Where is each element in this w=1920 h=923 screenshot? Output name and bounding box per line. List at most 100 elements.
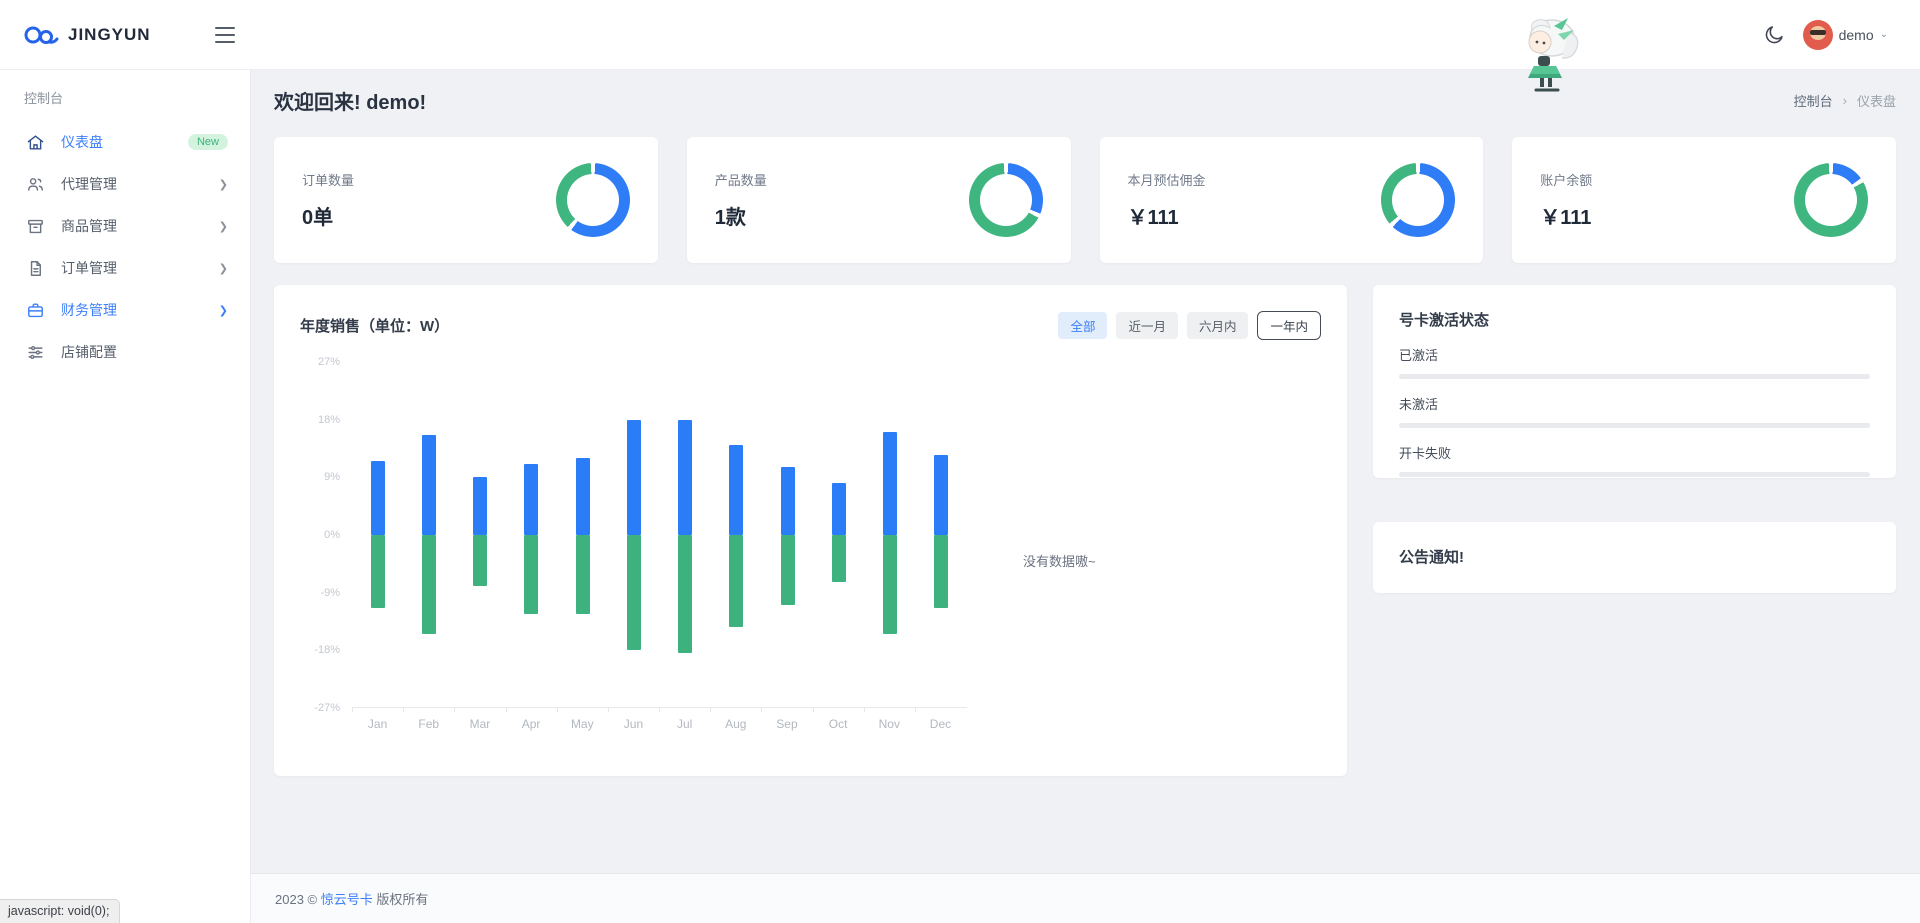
bar-positive <box>883 432 897 534</box>
chevron-down-icon: ⌄ <box>1880 29 1888 40</box>
card-activation-status: 号卡激活状态 已激活未激活开卡失败 <box>1373 285 1896 478</box>
bar-positive <box>627 420 641 535</box>
sidebar-item-file[interactable]: 订单管理❯ <box>0 247 250 289</box>
card-notice: 公告通知! <box>1373 522 1896 593</box>
bar-column <box>916 362 967 707</box>
bar-column <box>506 362 557 707</box>
user-menu[interactable]: demo ⌄ <box>1803 20 1888 50</box>
x-axis: JanFebMarAprMayJunJulAugSepOctNovDec <box>352 717 967 731</box>
stat-value: ￥111 <box>1540 201 1592 230</box>
chart-filters: 全部近一月六月内一年内 <box>1049 311 1321 340</box>
bar-column <box>813 362 864 707</box>
x-axis-label: Oct <box>813 717 864 731</box>
bar-column <box>762 362 813 707</box>
sliders-icon <box>26 343 46 362</box>
stat-card: 账户余额 ￥111 <box>1512 137 1896 263</box>
x-axis-label: Jun <box>608 717 659 731</box>
no-data-text: 没有数据嗷~ <box>1023 551 1096 570</box>
bar-negative <box>781 535 795 605</box>
progress-bar <box>1399 374 1870 379</box>
chart-filter-button[interactable]: 六月内 <box>1187 312 1249 339</box>
y-axis-tick: 27% <box>318 356 340 368</box>
sidebar-item-sliders[interactable]: 店铺配置 <box>0 331 250 373</box>
brand-logo[interactable]: JINGYUN <box>0 23 251 47</box>
progress-bar <box>1399 423 1870 428</box>
x-axis-label: Jan <box>352 717 403 731</box>
stat-card: 产品数量1款 <box>687 137 1071 263</box>
bar-negative <box>883 535 897 634</box>
donut-chart <box>1381 163 1455 237</box>
y-axis-tick: 18% <box>318 414 340 426</box>
dark-mode-toggle[interactable] <box>1764 24 1785 45</box>
progress-bar <box>1399 472 1870 477</box>
chevron-right-icon: ❯ <box>219 262 228 275</box>
activation-label: 开卡失败 <box>1399 443 1870 462</box>
chart-title: 年度销售（单位：W） <box>300 315 449 336</box>
activation-item: 未激活 <box>1399 394 1870 428</box>
stat-label: 产品数量 <box>715 170 767 189</box>
bar-column <box>455 362 506 707</box>
x-axis-label: Sep <box>761 717 812 731</box>
browser-status-bar: javascript: void(0); <box>0 899 120 923</box>
stat-card: 订单数量0单 <box>274 137 658 263</box>
x-axis-label: Mar <box>454 717 505 731</box>
bar-positive <box>729 445 743 534</box>
annual-sales-card: 年度销售（单位：W） 全部近一月六月内一年内 27%18%9%0%-9%-18%… <box>274 285 1347 776</box>
sidebar-item-briefcase[interactable]: 财务管理❯ <box>0 289 250 331</box>
main-content: 欢迎回来! demo! 控制台 › 仪表盘 订单数量0单产品数量1款 本月预估佣金… <box>251 70 1920 873</box>
bar-positive <box>934 455 948 535</box>
sidebar-menu: 仪表盘New代理管理❯商品管理❯订单管理❯财务管理❯店铺配置 <box>0 121 250 373</box>
x-axis-label: Dec <box>915 717 966 731</box>
breadcrumb: 控制台 › 仪表盘 <box>1794 91 1896 110</box>
y-axis-tick: -27% <box>314 702 340 714</box>
hamburger-menu-icon[interactable] <box>215 27 235 43</box>
cloud-logo-icon <box>22 23 60 47</box>
activation-label: 已激活 <box>1399 345 1870 364</box>
sidebar-item-users[interactable]: 代理管理❯ <box>0 163 250 205</box>
stat-value: 0单 <box>302 201 354 230</box>
empty-chart-area: 没有数据嗷~ <box>967 362 1321 758</box>
sidebar-item-label: 财务管理 <box>61 300 117 320</box>
chart-filter-button[interactable]: 一年内 <box>1257 311 1321 340</box>
footer-brand-link[interactable]: 惊云号卡 <box>321 892 373 907</box>
bar-positive <box>832 483 846 534</box>
new-badge: New <box>188 134 228 150</box>
bar-column <box>660 362 711 707</box>
chart-filter-button[interactable]: 近一月 <box>1116 312 1178 339</box>
sidebar-item-box[interactable]: 商品管理❯ <box>0 205 250 247</box>
chevron-right-icon: ❯ <box>219 220 228 233</box>
bar-column <box>352 362 403 707</box>
mascot-image <box>1508 12 1586 107</box>
y-axis-tick: -9% <box>320 587 340 599</box>
y-axis-tick: -18% <box>314 644 340 656</box>
bar-negative <box>678 535 692 653</box>
stat-label: 账户余额 <box>1540 170 1592 189</box>
x-axis-label: Feb <box>403 717 454 731</box>
user-name: demo <box>1839 27 1874 43</box>
sidebar-item-label: 店铺配置 <box>61 342 117 362</box>
breadcrumb-item-home[interactable]: 控制台 <box>1794 91 1833 110</box>
sidebar-item-label: 仪表盘 <box>61 132 103 152</box>
bar-positive <box>524 464 538 534</box>
x-axis-label: Aug <box>710 717 761 731</box>
chart-filter-button[interactable]: 全部 <box>1058 312 1107 339</box>
sidebar-item-home[interactable]: 仪表盘 New <box>0 121 250 163</box>
stat-label: 本月预估佣金 <box>1128 170 1206 189</box>
breadcrumb-item-current: 仪表盘 <box>1857 91 1896 110</box>
notice-panel-title: 公告通知! <box>1399 546 1870 567</box>
box-icon <box>26 217 46 236</box>
sidebar-section-label: 控制台 <box>0 88 250 121</box>
bar-negative <box>524 535 538 615</box>
bar-negative <box>627 535 641 650</box>
activation-items: 已激活未激活开卡失败 <box>1399 345 1870 477</box>
activation-label: 未激活 <box>1399 394 1870 413</box>
avatar[interactable] <box>1803 20 1833 50</box>
donut-chart <box>1794 163 1868 237</box>
sidebar-item-label: 代理管理 <box>61 174 117 194</box>
page-title: 欢迎回来! demo! <box>274 86 426 115</box>
y-axis: 27%18%9%0%-9%-18%-27% <box>300 362 352 708</box>
bar-positive <box>371 461 385 534</box>
y-axis-tick: 9% <box>324 471 340 483</box>
footer-suffix: 版权所有 <box>376 892 428 907</box>
bar-positive <box>678 420 692 535</box>
